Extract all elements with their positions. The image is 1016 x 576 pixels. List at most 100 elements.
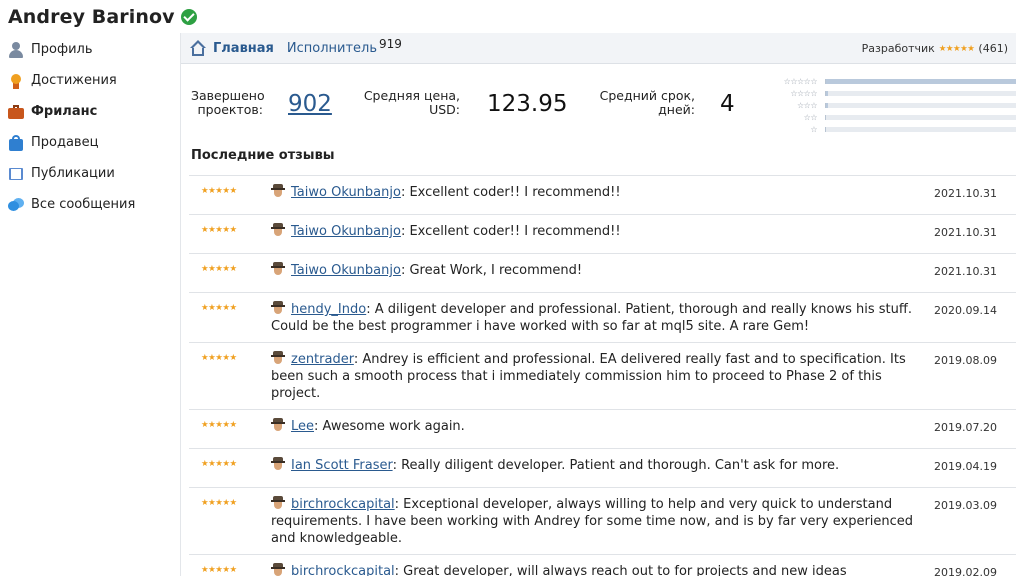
reviewer-avatar-icon xyxy=(271,418,285,431)
sidebar-item-profile[interactable]: Профиль xyxy=(0,34,178,65)
book-icon xyxy=(8,166,24,182)
reviewer-link[interactable]: Taiwo Okunbanjo xyxy=(291,224,401,239)
reviewer-link[interactable]: Ian Scott Fraser xyxy=(291,458,393,473)
rating-stars-icon: ☆☆☆☆☆ xyxy=(783,76,818,86)
review-stars-icon: ★★★★★ xyxy=(201,565,237,575)
developer-rating[interactable]: Разработчик ★★★★★ (461) xyxy=(862,33,1008,64)
review-stars-icon: ★★★★★ xyxy=(201,303,237,313)
completed-projects-link[interactable]: 902 xyxy=(288,91,332,117)
avg-term-label-line-2: дней: xyxy=(658,102,695,117)
review-date: 2019.02.09 xyxy=(934,566,997,576)
rating-bar xyxy=(825,78,1016,84)
review-row: ★★★★★ Lee: Awesome work again. 2019.07.20 xyxy=(189,410,1016,449)
main-panel: Главная Исполнитель 919 Разработчик ★★★★… xyxy=(180,33,1016,576)
breadcrumb-home-link[interactable]: Главная xyxy=(213,41,274,56)
rating-bar xyxy=(825,114,1016,120)
review-date: 2021.10.31 xyxy=(934,187,997,200)
review-row: ★★★★★ zentrader: Andrey is efficient and … xyxy=(189,343,1016,410)
reviews-list: ★★★★★ Taiwo Okunbanjo: Excellent coder!! … xyxy=(189,175,1016,576)
rating-distribution-row: ☆ xyxy=(771,123,1016,135)
sidebar-item-label: Профиль xyxy=(31,42,93,57)
rating-bar xyxy=(825,126,1016,132)
rating-bar xyxy=(825,102,1016,108)
developer-stars-icon: ★★★★★ xyxy=(938,43,975,54)
review-text: : Great Work, I recommend! xyxy=(400,263,583,278)
reviewer-link[interactable]: Taiwo Okunbanjo xyxy=(291,185,401,200)
reviewer-link[interactable]: zentrader xyxy=(291,352,354,367)
sidebar-item-achievements[interactable]: Достижения xyxy=(0,65,178,96)
avg-price-label-line-1: Средняя цена, xyxy=(363,88,460,103)
review-stars-icon: ★★★★★ xyxy=(201,225,237,235)
sidebar-item-seller[interactable]: Продавец xyxy=(0,127,178,158)
avg-price-value: 123.95 xyxy=(487,91,568,117)
user-header: Andrey Barinov xyxy=(8,4,197,30)
review-text: : Really diligent developer. Patient and… xyxy=(392,458,840,473)
review-stars-icon: ★★★★★ xyxy=(201,264,237,274)
sidebar-item-freelance[interactable]: Фриланс xyxy=(0,96,178,127)
developer-reviews-count: (461) xyxy=(978,42,1008,55)
review-text: : Excellent coder!! I recommend!! xyxy=(400,224,621,239)
review-date: 2021.10.31 xyxy=(934,226,997,239)
profile-icon xyxy=(8,41,24,58)
completed-label-line-1: Завершено xyxy=(191,88,265,103)
verified-icon xyxy=(180,9,197,25)
review-row: ★★★★★ hendy_Indo: A diligent developer an… xyxy=(189,293,1016,343)
sidebar-item-label: Публикации xyxy=(31,166,115,181)
user-name: Andrey Barinov xyxy=(8,6,175,28)
developer-label: Разработчик xyxy=(861,42,935,55)
review-text: : Awesome work again. xyxy=(314,419,465,434)
avg-term-value: 4 xyxy=(720,91,735,117)
bag-icon xyxy=(8,134,24,151)
review-date: 2019.04.19 xyxy=(934,460,997,473)
reviews-title: Последние отзывы xyxy=(191,148,335,163)
reviewer-link[interactable]: Lee xyxy=(291,419,314,434)
reviewer-avatar-icon xyxy=(271,223,285,236)
reviewer-avatar-icon xyxy=(271,262,285,275)
review-date: 2019.07.20 xyxy=(934,421,997,434)
review-date: 2019.03.09 xyxy=(934,499,997,512)
briefcase-icon xyxy=(8,104,24,120)
reviewer-avatar-icon xyxy=(271,457,285,470)
review-text: : Andrey is efficient and professional. … xyxy=(271,352,906,401)
breadcrumb: Главная Исполнитель 919 Разработчик ★★★★… xyxy=(181,33,1016,64)
sidebar-item-label: Фриланс xyxy=(31,104,98,119)
rating-bar-fill xyxy=(826,78,1016,84)
reviewer-link[interactable]: birchrockcapital xyxy=(291,564,395,576)
rating-distribution-row: ☆☆ xyxy=(771,111,1016,123)
rating-stars-icon: ☆☆ xyxy=(803,112,818,122)
avg-price-label: Средняя цена, USD: xyxy=(363,89,460,117)
sidebar-item-publications[interactable]: Публикации xyxy=(0,158,178,189)
review-stars-icon: ★★★★★ xyxy=(201,498,237,508)
review-stars-icon: ★★★★★ xyxy=(201,186,237,196)
sidebar-item-label: Все сообщения xyxy=(31,197,136,212)
review-row: ★★★★★ Ian Scott Fraser: Really diligent d… xyxy=(189,449,1016,488)
reviewer-link[interactable]: hendy_Indo xyxy=(291,302,366,317)
reviewer-avatar-icon xyxy=(271,301,285,314)
reviewer-avatar-icon xyxy=(271,351,285,364)
home-icon[interactable] xyxy=(189,40,207,56)
reviewer-link[interactable]: birchrockcapital xyxy=(291,497,395,512)
avg-term-label: Средний срок, дней: xyxy=(597,89,695,117)
reviewer-link[interactable]: Taiwo Okunbanjo xyxy=(291,263,401,278)
review-text: : A diligent developer and professional.… xyxy=(271,302,912,334)
completed-label: Завершено проектов: xyxy=(191,88,265,117)
reviewer-avatar-icon xyxy=(271,496,285,509)
reviewer-avatar-icon xyxy=(271,563,285,576)
review-stars-icon: ★★★★★ xyxy=(201,420,237,430)
rating-distribution-row: ☆☆☆ xyxy=(771,99,1016,111)
sidebar-item-label: Продавец xyxy=(31,135,99,150)
executor-count: 919 xyxy=(379,37,402,51)
review-row: ★★★★★ Taiwo Okunbanjo: Excellent coder!! … xyxy=(189,176,1016,215)
avg-term-label-line-1: Средний срок, xyxy=(599,88,695,103)
review-row: ★★★★★ birchrockcapital: Great developer, … xyxy=(189,555,1016,576)
rating-distribution: ☆☆☆☆☆ ☆☆☆☆ ☆☆☆ ☆☆ ☆ xyxy=(771,75,1016,135)
rating-stars-icon: ☆ xyxy=(810,124,817,134)
messages-icon xyxy=(8,197,24,213)
sidebar-item-label: Достижения xyxy=(31,73,117,88)
rating-bar-fill xyxy=(826,102,828,108)
sidebar-item-messages[interactable]: Все сообщения xyxy=(0,189,178,220)
reviewer-avatar-icon xyxy=(271,184,285,197)
review-text: : Excellent coder!! I recommend!! xyxy=(400,185,621,200)
tab-executor[interactable]: Исполнитель xyxy=(287,41,377,56)
rating-distribution-row: ☆☆☆☆ xyxy=(771,87,1016,99)
